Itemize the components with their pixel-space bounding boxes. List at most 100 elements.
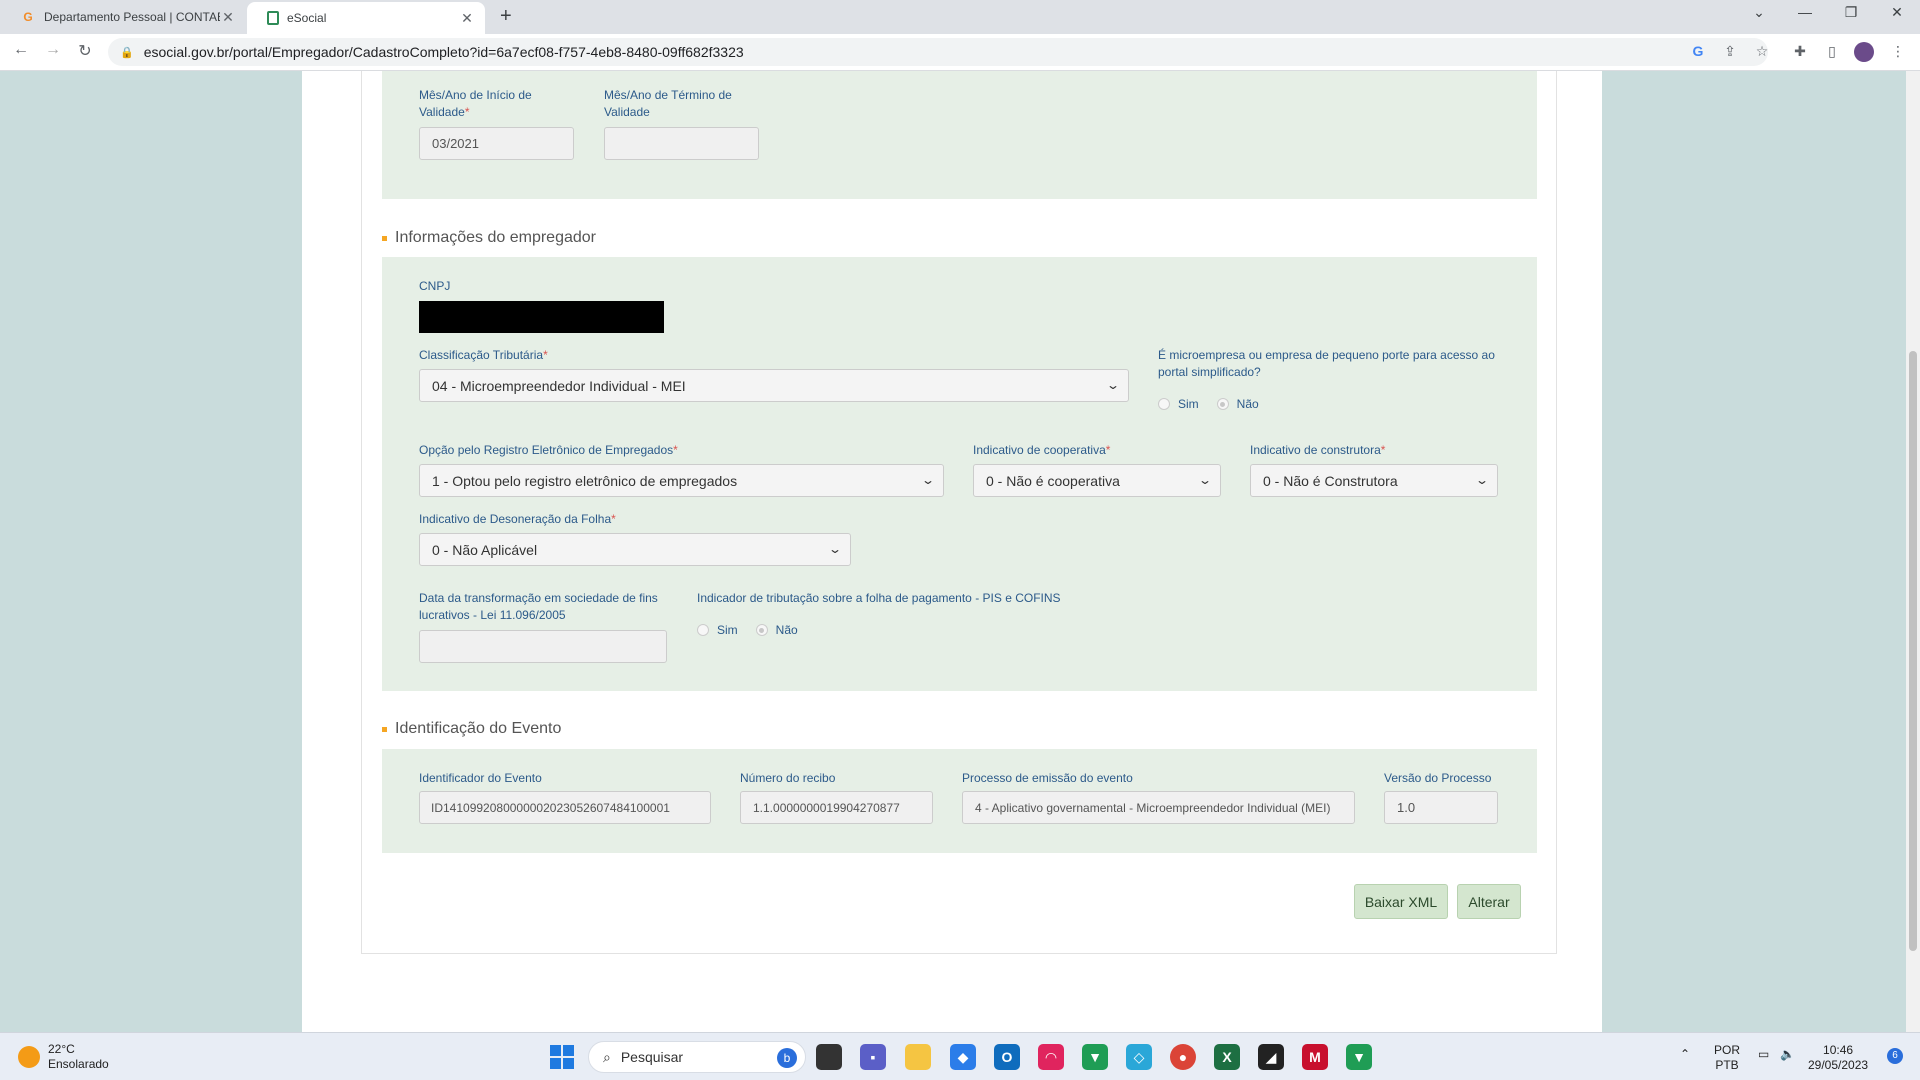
bullet-icon [382,726,387,732]
network-icon[interactable]: ▭ [1758,1047,1769,1062]
empregador-section: CNPJ Classificação Tributária* 04 - Micr… [382,257,1537,691]
desoneracao-label: Indicativo de Desoneração da Folha* [419,512,616,526]
file-explorer-icon[interactable] [905,1044,931,1070]
microempresa-sim-option[interactable]: Sim [1158,397,1199,411]
radio-nao[interactable] [1216,398,1229,410]
notification-badge[interactable]: 6 [1887,1048,1903,1064]
cooperativa-select[interactable]: 0 - Não é cooperativa ⌄ [973,464,1221,497]
evento-section: Identificador do Evento ID14109920800000… [382,749,1537,853]
construtora-select[interactable]: 0 - Não é Construtora ⌄ [1250,464,1498,497]
chrome-icon[interactable]: ● [1170,1044,1196,1070]
versao-label: Versão do Processo [1384,771,1492,785]
extensions-icon[interactable]: ✚ [1790,43,1810,60]
cnpj-redacted-field [419,301,664,333]
identificador-label: Identificador do Evento [419,771,542,785]
tab-departamento-pessoal[interactable]: G Departamento Pessoal | CONTAB ✕ [0,0,246,34]
construtora-label: Indicativo de construtora* [1250,443,1386,457]
pis-nao-option[interactable]: Não [755,623,798,637]
app-green-v2-icon[interactable]: ▼ [1346,1044,1372,1070]
pis-sim-option[interactable]: Sim [697,623,738,637]
registro-select[interactable]: 1 - Optou pelo registro eletrônico de em… [419,464,944,497]
app-red-icon[interactable]: ◠ [1038,1044,1064,1070]
restore-icon[interactable]: ❐ [1836,4,1866,21]
teams-chat-icon[interactable]: ▪ [860,1044,886,1070]
weather-widget[interactable]: 22°C Ensolarado [18,1042,109,1072]
mcafee-icon[interactable]: M [1302,1044,1328,1070]
url-input[interactable]: 🔒 esocial.gov.br/portal/Empregador/Cadas… [108,38,1768,66]
identificador-field[interactable]: ID1410992080000002023052607484100001 [419,791,711,824]
desoneracao-select[interactable]: 0 - Não Aplicável ⌄ [419,533,851,566]
page-content: Mês/Ano de Início de Validade* 03/2021 M… [302,71,1602,1032]
microempresa-nao-option[interactable]: Não [1216,397,1259,411]
search-icon: ⌕ [603,1048,611,1065]
taskbar-search[interactable]: ⌕ Pesquisar b [588,1041,806,1073]
recibo-field[interactable]: 1.1.0000000019904270877 [740,791,933,824]
search-placeholder: Pesquisar [620,1049,684,1065]
task-view-icon[interactable] [816,1044,842,1070]
minimize-icon[interactable]: — [1790,4,1820,20]
app-blue-diamond-icon[interactable]: ◆ [950,1044,976,1070]
clock[interactable]: 10:46 29/05/2023 [1808,1043,1868,1073]
weather-condition: Ensolarado [48,1057,109,1071]
microempresa-label: É microempresa ou empresa de pequeno por… [1158,348,1495,379]
termino-validade-field[interactable] [604,127,759,160]
registro-label: Opção pelo Registro Eletrônico de Empreg… [419,443,678,457]
processo-field[interactable]: 4 - Aplicativo governamental - Microempr… [962,791,1355,824]
reload-icon[interactable]: ↻ [74,41,96,61]
tab-title: Departamento Pessoal | CONTAB [44,10,220,24]
processo-label: Processo de emissão do evento [962,771,1133,785]
inicio-validade-field[interactable]: 03/2021 [419,127,574,160]
side-panel-icon[interactable]: ▯ [1822,43,1842,60]
tab-esocial[interactable]: eSocial ✕ [247,2,485,34]
empregador-section-title: Informações do empregador [382,229,596,247]
baixar-xml-button[interactable]: Baixar XML [1354,884,1448,919]
bullet-icon [382,235,387,241]
radio-sim[interactable] [1158,398,1170,410]
tab-search-icon[interactable]: ⌄ [1744,4,1774,21]
close-tab-icon[interactable]: ✕ [220,9,236,26]
radio-sim[interactable] [697,624,709,636]
tray-overflow-icon[interactable]: ⌃ [1680,1047,1690,1062]
evento-section-title: Identificação do Evento [382,720,561,738]
bookmark-star-icon[interactable]: ☆ [1752,43,1772,60]
page-viewport: Mês/Ano de Início de Validade* 03/2021 M… [0,71,1906,1032]
termino-validade-label: Mês/Ano de Término de Validade [604,88,732,119]
back-icon[interactable]: ← [10,41,32,59]
versao-field[interactable]: 1.0 [1384,791,1498,824]
bing-icon[interactable]: b [777,1048,797,1068]
volume-icon[interactable]: 🔈 [1780,1047,1795,1062]
menu-icon[interactable]: ⋮ [1888,43,1908,60]
radio-nao[interactable] [755,624,768,636]
inicio-validade-label: Mês/Ano de Início de Validade* [419,88,532,119]
forward-icon[interactable]: → [42,41,64,59]
microempresa-radio-group: Sim Não [1158,397,1277,411]
validade-section: Mês/Ano de Início de Validade* 03/2021 M… [382,71,1537,199]
outlook-icon[interactable]: O [994,1044,1020,1070]
excel-icon[interactable]: X [1214,1044,1240,1070]
app-green-v-icon[interactable]: ▼ [1082,1044,1108,1070]
share-icon[interactable]: ⇪ [1720,43,1740,60]
language-indicator[interactable]: POR PTB [1714,1043,1740,1073]
windows-taskbar: 22°C Ensolarado ⌕ Pesquisar b ▪ ◆ O ◠ ▼ … [0,1032,1920,1080]
cnpj-label: CNPJ [419,279,451,293]
new-tab-icon[interactable]: + [500,5,512,28]
close-tab-icon[interactable]: ✕ [459,10,475,27]
temperature: 22°C [48,1042,75,1056]
alterar-button[interactable]: Alterar [1457,884,1521,919]
close-window-icon[interactable]: ✕ [1882,4,1912,21]
transformacao-date-field[interactable] [419,630,667,663]
app-dark-icon[interactable]: ◢ [1258,1044,1284,1070]
app-teal-icon[interactable]: ◇ [1126,1044,1152,1070]
pis-cofins-label: Indicador de tributação sobre a folha de… [697,591,1061,605]
classificacao-select[interactable]: 04 - Microempreendedor Individual - MEI … [419,369,1129,402]
page-scrollbar[interactable] [1906,71,1920,1032]
recibo-label: Número do recibo [740,771,836,785]
chevron-down-icon: ⌄ [1197,473,1213,487]
scrollbar-thumb[interactable] [1909,351,1917,951]
url-text: esocial.gov.br/portal/Empregador/Cadastr… [143,44,744,60]
profile-avatar-icon[interactable] [1854,42,1874,62]
windows-start-icon[interactable] [550,1045,574,1069]
transformacao-label: Data da transformação em sociedade de fi… [419,591,658,622]
google-translate-icon[interactable]: G [1688,43,1708,59]
cooperativa-label: Indicativo de cooperativa* [973,443,1111,457]
